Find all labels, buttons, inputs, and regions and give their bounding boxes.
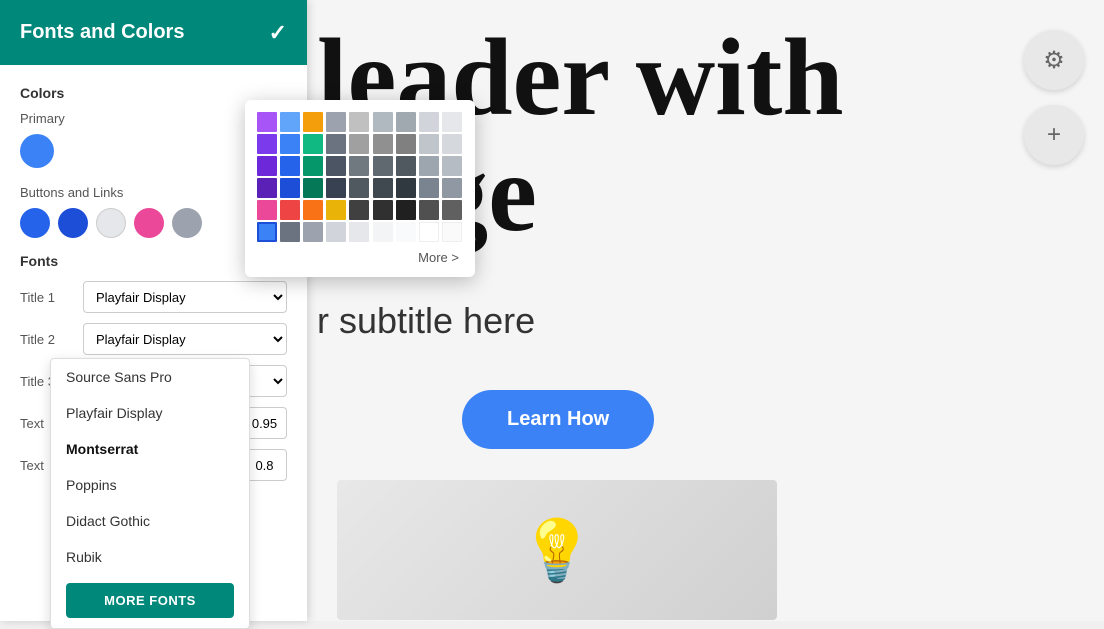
color-cell[interactable]	[257, 200, 277, 220]
color-cell[interactable]	[257, 134, 277, 154]
font-label-title1: Title 1	[20, 290, 75, 305]
color-cell[interactable]	[303, 200, 323, 220]
color-cell[interactable]	[326, 134, 346, 154]
color-cell[interactable]	[373, 222, 393, 242]
hero-subtitle: r subtitle here	[317, 300, 535, 342]
color-cell[interactable]	[442, 222, 462, 242]
dropdown-item-rubik[interactable]: Rubik	[51, 539, 249, 575]
color-cell[interactable]	[349, 156, 369, 176]
color-cell[interactable]	[349, 112, 369, 132]
colors-section-label: Colors	[20, 85, 287, 101]
settings-button[interactable]: ⚙	[1024, 30, 1084, 90]
color-cell[interactable]	[326, 200, 346, 220]
color-cell[interactable]	[349, 222, 369, 242]
color-cell[interactable]	[396, 200, 416, 220]
color-cell[interactable]	[396, 178, 416, 198]
color-cell[interactable]	[373, 200, 393, 220]
color-grid	[257, 112, 463, 242]
color-dot-5[interactable]	[172, 208, 202, 238]
color-cell[interactable]	[257, 112, 277, 132]
color-cell[interactable]	[303, 178, 323, 198]
color-cell[interactable]	[396, 222, 416, 242]
dropdown-item-montserrat[interactable]: Montserrat	[51, 431, 249, 467]
color-cell[interactable]	[280, 200, 300, 220]
color-cell[interactable]	[326, 112, 346, 132]
check-icon[interactable]: ✓	[269, 20, 287, 46]
color-cell[interactable]	[396, 134, 416, 154]
color-cell[interactable]	[257, 222, 277, 242]
lamp-icon: 💡	[520, 515, 595, 586]
color-cell[interactable]	[349, 178, 369, 198]
font-label-title2: Title 2	[20, 332, 75, 347]
color-cell[interactable]	[373, 134, 393, 154]
bottom-image: 💡	[337, 480, 777, 620]
color-cell[interactable]	[419, 222, 439, 242]
color-cell[interactable]	[326, 222, 346, 242]
color-cell[interactable]	[373, 112, 393, 132]
color-cell[interactable]	[419, 134, 439, 154]
font-row-title1: Title 1 Playfair Display	[20, 281, 287, 313]
gear-icon: ⚙	[1043, 46, 1065, 75]
color-cell[interactable]	[396, 156, 416, 176]
color-cell[interactable]	[257, 156, 277, 176]
color-cell[interactable]	[349, 134, 369, 154]
color-cell[interactable]	[419, 178, 439, 198]
color-cell[interactable]	[280, 112, 300, 132]
color-cell[interactable]	[257, 178, 277, 198]
color-cell[interactable]	[419, 156, 439, 176]
color-picker-popup: More >	[245, 100, 475, 277]
color-cell[interactable]	[303, 112, 323, 132]
color-cell[interactable]	[442, 178, 462, 198]
color-cell[interactable]	[280, 156, 300, 176]
color-cell[interactable]	[303, 156, 323, 176]
color-cell[interactable]	[373, 156, 393, 176]
color-dot-4[interactable]	[134, 208, 164, 238]
color-cell[interactable]	[396, 112, 416, 132]
plus-icon: +	[1047, 121, 1061, 149]
dropdown-item-poppins[interactable]: Poppins	[51, 467, 249, 503]
learn-how-button[interactable]: Learn How	[462, 390, 654, 449]
color-cell[interactable]	[280, 222, 300, 242]
font-select-title2[interactable]: Playfair Display	[83, 323, 287, 355]
color-cell[interactable]	[349, 200, 369, 220]
add-button[interactable]: +	[1024, 105, 1084, 165]
panel-header: Fonts and Colors ✓	[0, 0, 307, 65]
font-select-title1[interactable]: Playfair Display	[83, 281, 287, 313]
left-panel: Fonts and Colors ✓ Colors Primary Button…	[0, 0, 307, 621]
color-cell[interactable]	[303, 134, 323, 154]
color-dot-1[interactable]	[20, 208, 50, 238]
color-cell[interactable]	[442, 112, 462, 132]
dropdown-item-source-sans[interactable]: Source Sans Pro	[51, 359, 249, 395]
color-cell[interactable]	[419, 200, 439, 220]
primary-color-circle[interactable]	[20, 134, 54, 168]
color-cell[interactable]	[419, 112, 439, 132]
color-cell[interactable]	[442, 156, 462, 176]
color-cell[interactable]	[303, 222, 323, 242]
color-cell[interactable]	[280, 178, 300, 198]
color-cell[interactable]	[326, 178, 346, 198]
panel-title: Fonts and Colors	[20, 21, 184, 44]
dropdown-item-playfair[interactable]: Playfair Display	[51, 395, 249, 431]
color-cell[interactable]	[442, 200, 462, 220]
dropdown-item-didact[interactable]: Didact Gothic	[51, 503, 249, 539]
right-buttons: ⚙ +	[1024, 30, 1084, 165]
main-content: leader with nage r subtitle here Learn H…	[307, 0, 1104, 621]
color-dot-3[interactable]	[96, 208, 126, 238]
color-cell[interactable]	[442, 134, 462, 154]
color-picker-more[interactable]: More >	[257, 250, 463, 265]
color-cell[interactable]	[280, 134, 300, 154]
font-dropdown-list: Source Sans Pro Playfair Display Montser…	[50, 358, 250, 629]
font-row-title2: Title 2 Playfair Display	[20, 323, 287, 355]
color-cell[interactable]	[373, 178, 393, 198]
color-cell[interactable]	[326, 156, 346, 176]
more-fonts-button[interactable]: MORE FONTS	[66, 583, 234, 618]
color-dot-2[interactable]	[58, 208, 88, 238]
